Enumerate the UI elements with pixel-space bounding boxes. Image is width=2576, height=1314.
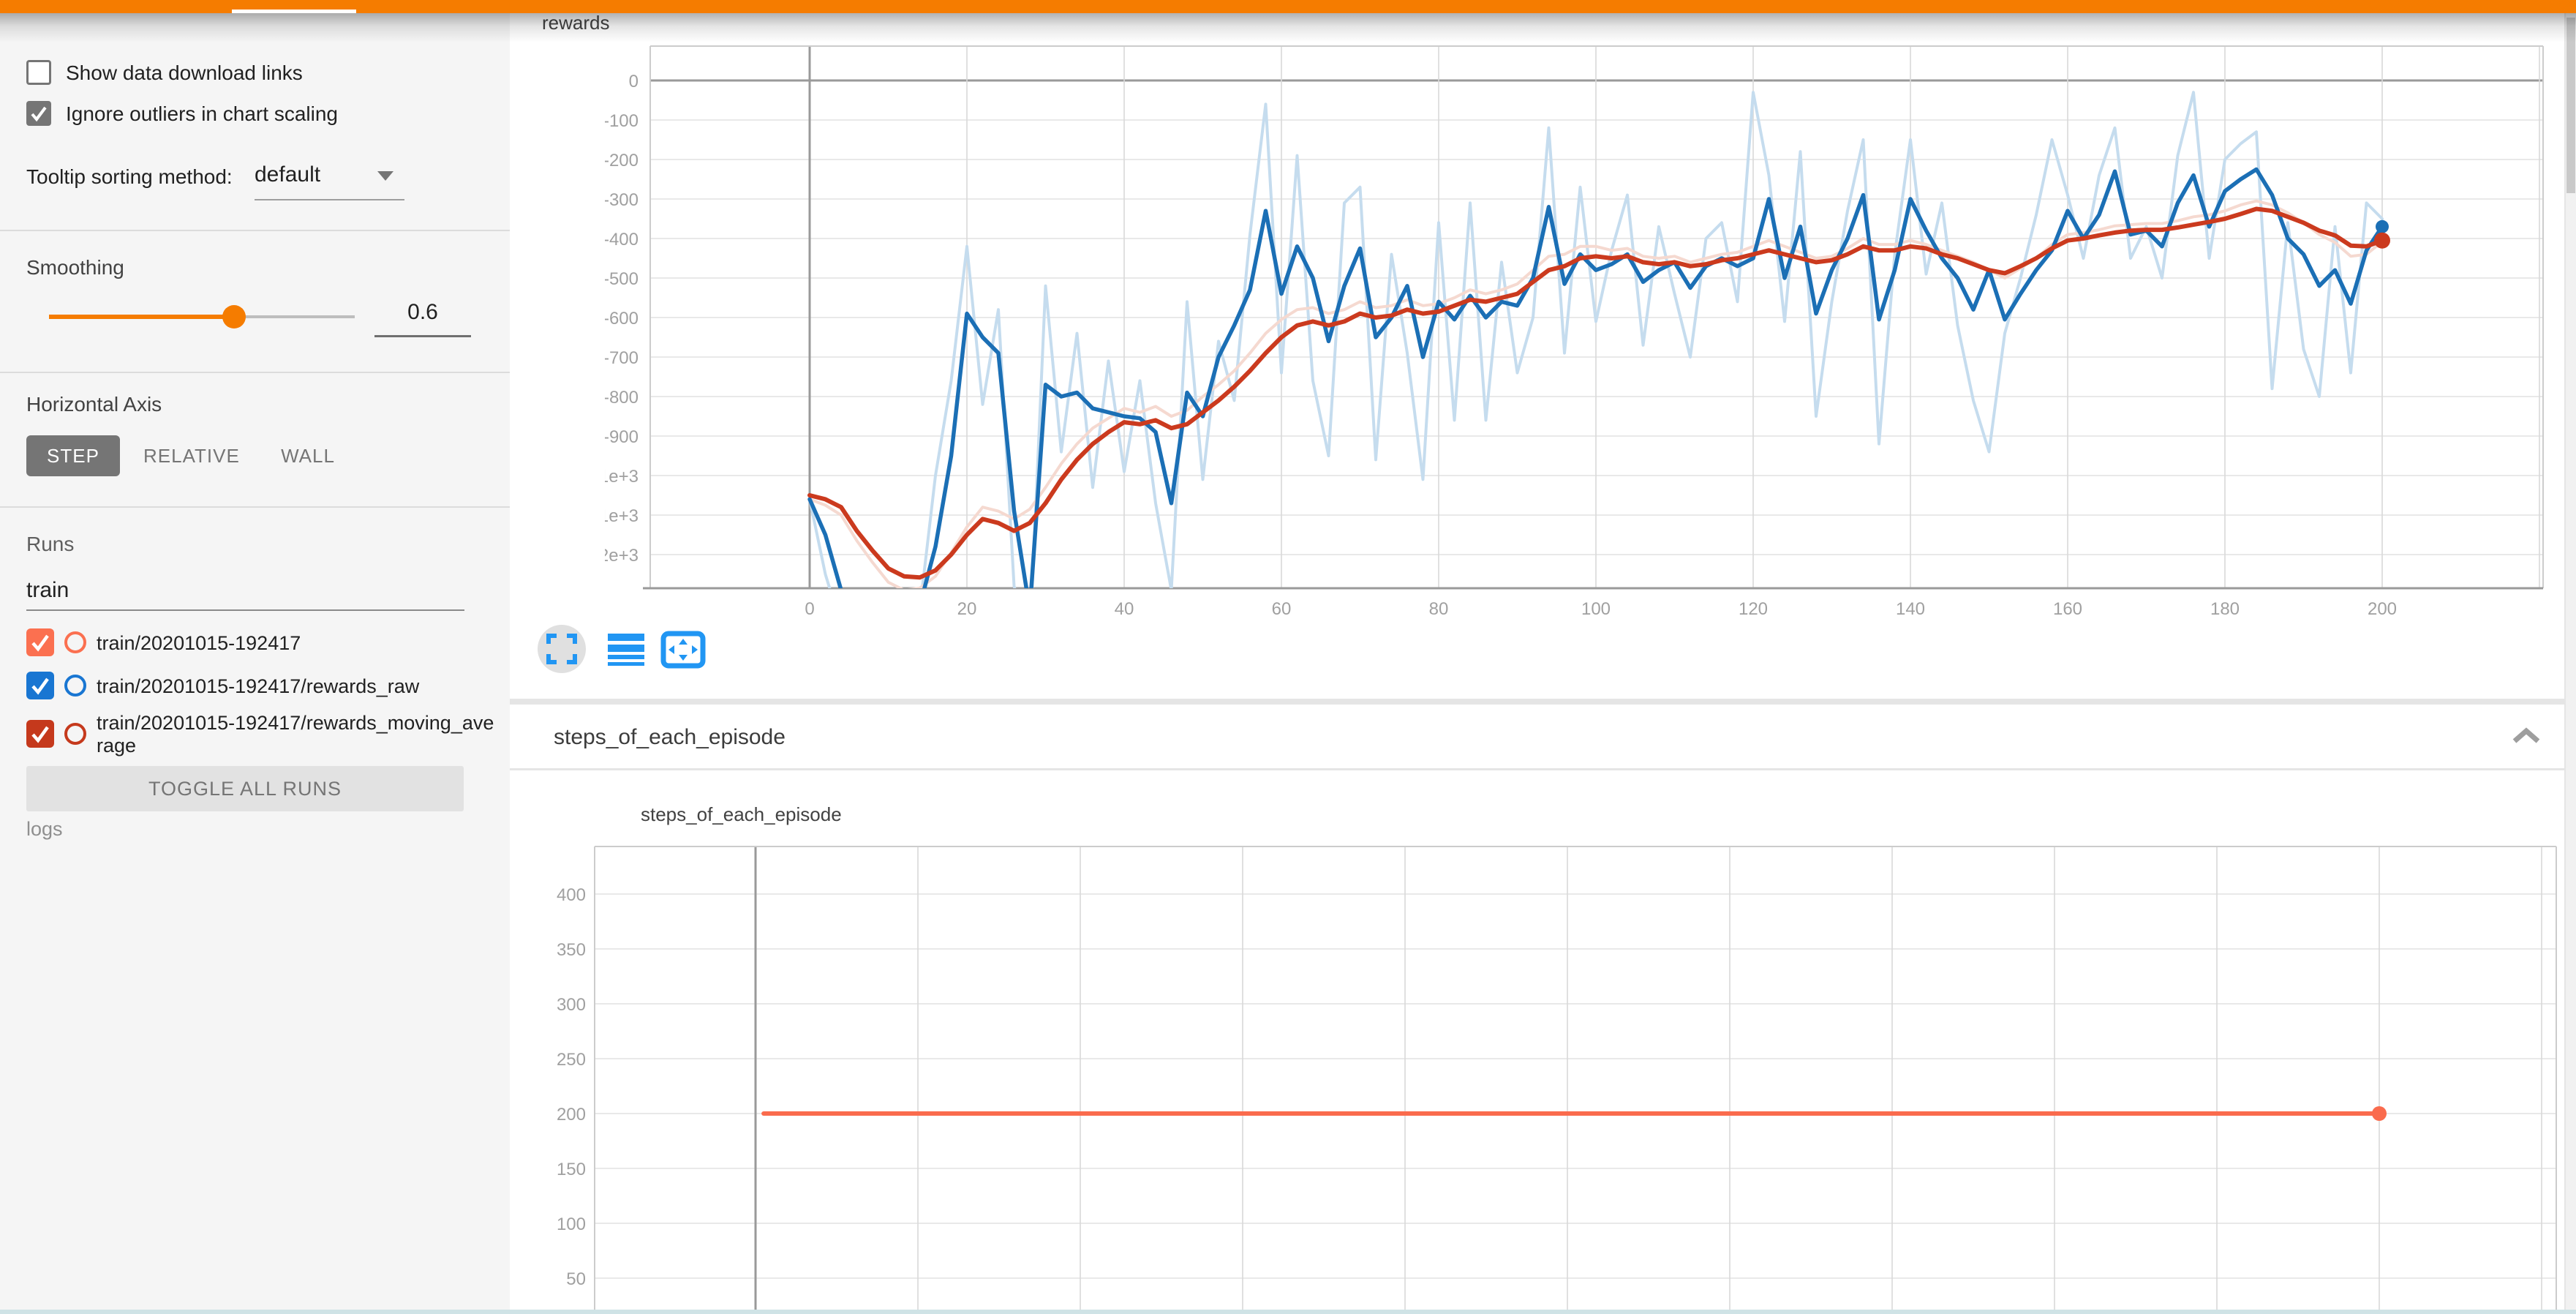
runs-label: Runs — [26, 533, 74, 556]
svg-text:-700: -700 — [605, 348, 639, 368]
svg-text:200: 200 — [557, 1105, 586, 1125]
tooltip-sorting-select[interactable]: default — [255, 162, 320, 187]
rewards-chart[interactable]: 0 -100 -200 -300 -400 -500 -600 -700 -800 -900 -1e… — [605, 43, 2576, 628]
svg-text:180: 180 — [2210, 599, 2240, 619]
run-label-1[interactable]: train/20201015-192417 — [97, 632, 497, 655]
run-label-3[interactable]: train/20201015-192417/rewards_moving_ave… — [97, 712, 497, 757]
svg-text:-200: -200 — [605, 151, 639, 170]
collapse-section-icon[interactable] — [2510, 727, 2542, 746]
app-toolbar[interactable] — [0, 0, 2576, 13]
tooltip-sorting-label: Tooltip sorting method: — [26, 165, 233, 189]
rewards-chart-title: rewards — [542, 12, 609, 34]
logs-path-label: logs — [26, 818, 63, 841]
svg-text:20: 20 — [957, 599, 977, 619]
check-icon — [26, 628, 54, 656]
axis-wall-button[interactable]: WALL — [268, 435, 348, 476]
check-icon — [26, 101, 51, 126]
svg-text:-900: -900 — [605, 427, 639, 447]
svg-text:0: 0 — [805, 599, 814, 619]
run-checkbox-3[interactable] — [26, 720, 54, 748]
chevron-down-icon[interactable] — [377, 171, 393, 181]
svg-text:100: 100 — [1581, 599, 1611, 619]
rewards-card: rewards 0 -100 -200 -300 -400 -500 -600 -700 -80… — [510, 10, 2564, 699]
steps-chart[interactable]: 400 350 300 250 200 150 100 50 — [554, 841, 2572, 1314]
section-header[interactable]: steps_of_each_episode — [510, 705, 2564, 768]
smoothing-slider-fill — [49, 315, 234, 319]
run-checkbox-1[interactable] — [26, 628, 54, 656]
section-title: steps_of_each_episode — [554, 725, 786, 750]
svg-text:-600: -600 — [605, 309, 639, 328]
horizontal-axis-label: Horizontal Axis — [26, 393, 162, 416]
data-table-icon[interactable] — [608, 632, 644, 667]
scrollbar-track[interactable] — [2566, 13, 2576, 1314]
fit-domain-icon[interactable] — [660, 631, 706, 669]
svg-text:160: 160 — [2053, 599, 2082, 619]
toggle-all-runs-button[interactable]: TOGGLE ALL RUNS — [26, 766, 464, 811]
svg-text:-100: -100 — [605, 111, 639, 131]
ignore-outliers-checkbox[interactable] — [26, 101, 51, 126]
check-icon — [26, 672, 54, 699]
svg-text:350: 350 — [557, 940, 586, 960]
smoothing-slider-knob[interactable] — [222, 305, 246, 328]
svg-text:140: 140 — [1896, 599, 1925, 619]
svg-text:-400: -400 — [605, 230, 639, 249]
svg-text:150: 150 — [557, 1160, 586, 1179]
svg-text:60: 60 — [1272, 599, 1292, 619]
expand-chart-icon[interactable] — [546, 633, 578, 665]
axis-step-button[interactable]: STEP — [26, 435, 120, 476]
runs-filter-underline — [26, 609, 464, 611]
svg-text:120: 120 — [1739, 599, 1768, 619]
svg-text:300: 300 — [557, 995, 586, 1015]
svg-text:250: 250 — [557, 1050, 586, 1070]
smoothing-value[interactable]: 0.6 — [374, 300, 471, 325]
divider — [0, 506, 510, 508]
settings-sidebar: Show data download links Ignore outliers… — [0, 13, 510, 1314]
steps-chart-title: steps_of_each_episode — [641, 803, 842, 826]
run-radio-1[interactable] — [64, 631, 86, 653]
scrollbar-thumb[interactable] — [2566, 18, 2575, 193]
svg-text:-800: -800 — [605, 388, 639, 408]
bottom-edge — [0, 1310, 2576, 1314]
svg-text:-1.2e+3: -1.2e+3 — [605, 546, 639, 566]
svg-text:0: 0 — [629, 72, 639, 91]
smoothing-label: Smoothing — [26, 256, 124, 279]
smoothing-value-underline — [374, 335, 471, 337]
steps-card: steps_of_each_episode 400 350 300 250 200 150… — [510, 770, 2564, 1314]
svg-text:-500: -500 — [605, 269, 639, 289]
run-checkbox-2[interactable] — [26, 672, 54, 699]
show-data-download-links-label: Show data download links — [66, 61, 303, 85]
tensorboard-page: Show data download links Ignore outliers… — [0, 0, 2576, 1314]
svg-text:-1.1e+3: -1.1e+3 — [605, 506, 639, 526]
svg-text:100: 100 — [557, 1214, 586, 1234]
svg-text:400: 400 — [557, 885, 586, 905]
runs-filter-input[interactable]: train — [26, 578, 69, 603]
active-tab-indicator — [232, 10, 356, 13]
select-underline — [255, 199, 404, 200]
divider — [0, 230, 510, 231]
check-icon — [26, 720, 54, 748]
divider — [0, 372, 510, 373]
svg-text:-1e+3: -1e+3 — [605, 467, 639, 487]
show-data-download-links-checkbox[interactable] — [26, 60, 51, 85]
ignore-outliers-label: Ignore outliers in chart scaling — [66, 102, 338, 126]
svg-text:40: 40 — [1115, 599, 1134, 619]
axis-relative-button[interactable]: RELATIVE — [143, 435, 238, 476]
svg-text:80: 80 — [1429, 599, 1449, 619]
run-radio-3[interactable] — [64, 723, 86, 745]
svg-text:50: 50 — [566, 1269, 586, 1289]
run-radio-2[interactable] — [64, 675, 86, 697]
svg-text:200: 200 — [2368, 599, 2397, 619]
svg-text:-300: -300 — [605, 190, 639, 210]
run-label-2[interactable]: train/20201015-192417/rewards_raw — [97, 675, 497, 698]
